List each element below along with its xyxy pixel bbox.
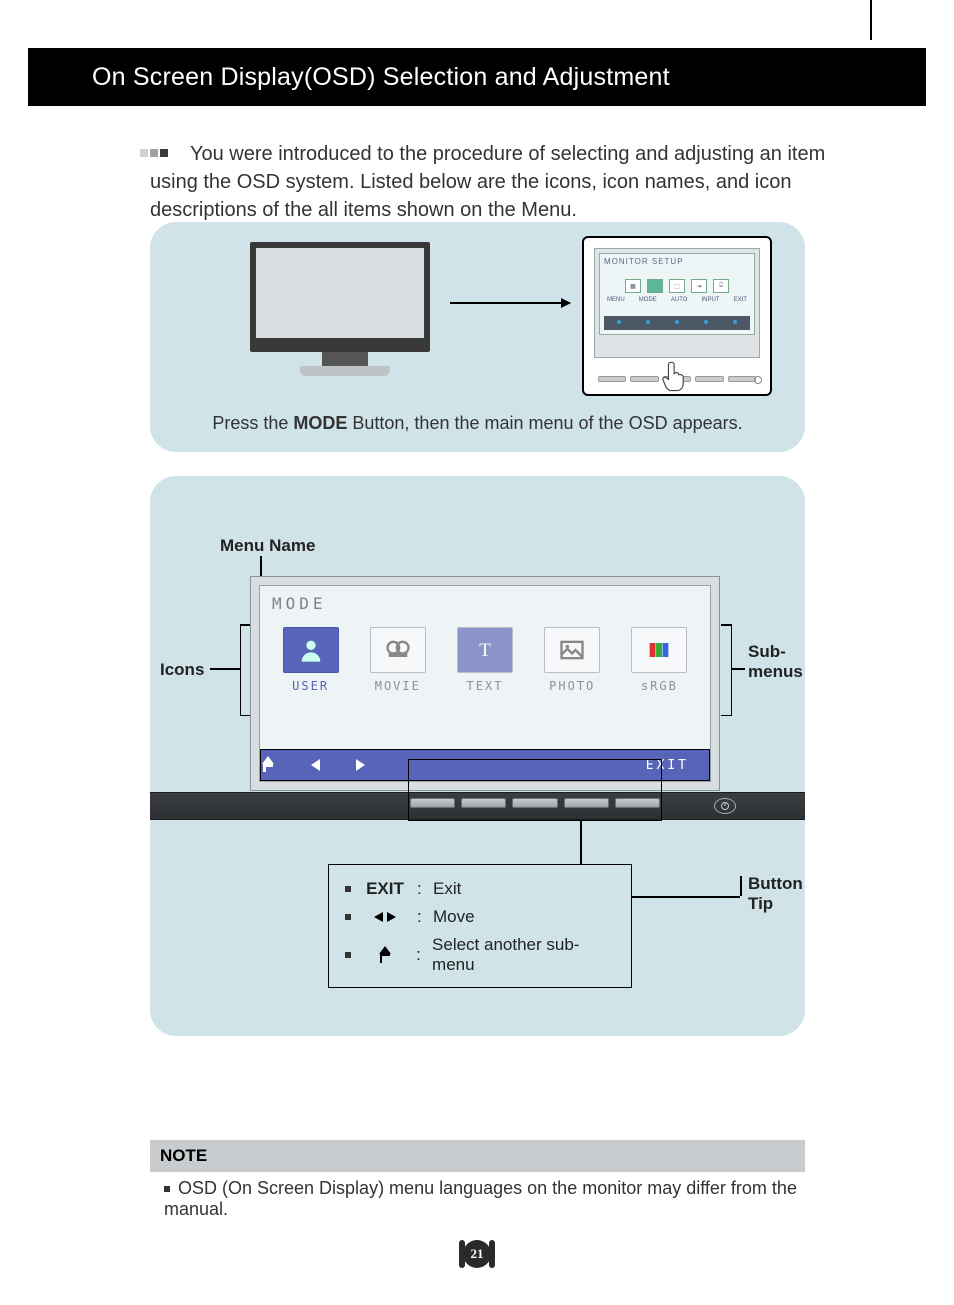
label-button-tip: Button Tip — [748, 874, 818, 915]
tip-row-move: : Move — [345, 907, 619, 927]
tip-key-exit: EXIT — [361, 879, 409, 899]
mode-icon — [647, 279, 663, 293]
exit-icon: ⍈ — [713, 279, 729, 293]
panel1-caption: Press the MODE Button, then the main men… — [150, 413, 805, 434]
bullet-icon — [345, 952, 351, 958]
intro-paragraph: You were introduced to the procedure of … — [150, 140, 870, 224]
osd-exit-label[interactable]: EXIT — [646, 758, 689, 773]
note-heading: NOTE — [150, 1140, 805, 1172]
monitor-physical-buttons[interactable] — [410, 798, 660, 812]
text-icon: T — [457, 627, 513, 673]
instruction-panel-press-mode: MONITOR SETUP ▦ ⬚ ⇥ ⍈ MENU MODE AUTO INP… — [150, 222, 805, 452]
bullet-icon — [345, 886, 351, 892]
bullet-icon — [164, 1186, 170, 1192]
label-menu-name: Menu Name — [220, 536, 315, 556]
leader-line — [731, 668, 745, 670]
home-arrow-icon[interactable] — [261, 758, 275, 772]
arrow-right-icon — [450, 302, 570, 304]
tip-desc: Select another sub-menu — [432, 935, 619, 975]
crop-mark — [870, 0, 872, 40]
user-icon — [283, 627, 339, 673]
leader-line — [632, 896, 740, 898]
mini-osd-labels: MENU MODE AUTO INPUT EXIT — [600, 297, 754, 303]
osd-item-text[interactable]: T TEXT — [450, 627, 519, 693]
input-icon: ⇥ — [691, 279, 707, 293]
power-button-icon — [754, 376, 762, 384]
mini-osd-title: MONITOR SETUP — [600, 254, 754, 269]
leader-bracket — [730, 624, 732, 716]
osd-annotation-panel: Menu Name Icons Sub-menus Button Tip MOD… — [150, 476, 805, 1036]
note-body: OSD (On Screen Display) menu languages o… — [150, 1172, 805, 1220]
button-tip-legend: EXIT : Exit : Move : Select another sub-… — [328, 864, 632, 988]
auto-icon: ⬚ — [669, 279, 685, 293]
tip-desc: Exit — [433, 879, 461, 899]
monitor-closeup-illustration: MONITOR SETUP ▦ ⬚ ⇥ ⍈ MENU MODE AUTO INP… — [582, 236, 772, 396]
menu-icon: ▦ — [625, 279, 641, 293]
tip-desc: Move — [433, 907, 475, 927]
power-button-icon[interactable] — [714, 798, 736, 814]
intro-text: You were introduced to the procedure of … — [150, 140, 870, 224]
nav-left-icon[interactable] — [311, 759, 320, 771]
home-arrow-icon — [361, 947, 408, 963]
leader-bracket — [240, 624, 242, 716]
label-submenus: Sub-menus — [748, 642, 808, 683]
label-icons: Icons — [160, 660, 204, 680]
pointer-hand-icon — [659, 360, 687, 394]
tip-row-select: : Select another sub-menu — [345, 935, 619, 975]
tip-row-exit: EXIT : Exit — [345, 879, 619, 899]
srgb-icon — [631, 627, 687, 673]
osd-item-user[interactable]: USER — [276, 627, 345, 693]
mini-osd-icons: ▦ ⬚ ⇥ ⍈ — [600, 279, 754, 293]
osd-screenshot: MODE USER MOVIE — [250, 576, 720, 791]
section-title: On Screen Display(OSD) Selection and Adj… — [92, 63, 670, 92]
osd-item-movie[interactable]: MOVIE — [363, 627, 432, 693]
leader-line — [210, 668, 240, 670]
svg-text:T: T — [479, 640, 491, 661]
osd-button-tip-bar: EXIT — [260, 749, 710, 781]
bullet-icon — [345, 914, 351, 920]
page-number: 21 — [463, 1240, 491, 1268]
photo-icon — [544, 627, 600, 673]
osd-menu-title: MODE — [260, 586, 710, 617]
section-header: On Screen Display(OSD) Selection and Adj… — [28, 48, 926, 106]
movie-icon — [370, 627, 426, 673]
monitor-illustration — [250, 242, 440, 376]
nav-right-icon[interactable] — [356, 759, 365, 771]
leader-line — [580, 821, 582, 864]
osd-item-photo[interactable]: PHOTO — [538, 627, 607, 693]
note-section: NOTE OSD (On Screen Display) menu langua… — [150, 1140, 805, 1220]
osd-item-srgb[interactable]: sRGB — [625, 627, 694, 693]
osd-mode-row: USER MOVIE T TEXT — [260, 617, 710, 697]
leader-line — [740, 876, 742, 896]
arrow-left-right-icon — [361, 912, 409, 922]
manual-page: On Screen Display(OSD) Selection and Adj… — [0, 0, 954, 1305]
bullet-decoration — [140, 144, 170, 162]
